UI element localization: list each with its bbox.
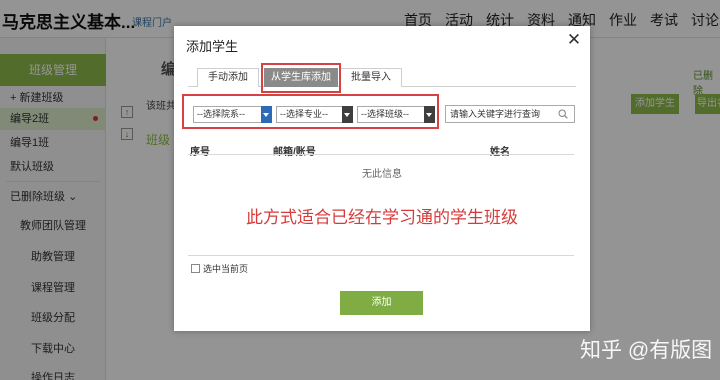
tab-manual-add[interactable]: 手动添加 [197, 68, 259, 87]
select-page-checkbox[interactable] [191, 264, 200, 273]
search-icon[interactable] [558, 109, 568, 119]
chevron-down-icon [424, 106, 435, 123]
dialog-title: 添加学生 [186, 39, 239, 54]
tab-batch-import[interactable]: 批量导入 [340, 68, 402, 87]
table-bottom-divider [188, 255, 574, 256]
empty-state-text: 无此信息 [362, 169, 402, 180]
chevron-down-icon [342, 106, 353, 123]
major-select[interactable]: --选择专业-- [276, 106, 353, 123]
table-divider [188, 154, 574, 155]
chevron-down-icon [261, 106, 272, 123]
class-select[interactable]: --选择班级-- [357, 106, 435, 123]
select-value: --选择班级-- [361, 109, 409, 119]
close-icon[interactable]: ✕ [566, 31, 582, 48]
column-header-account: 邮箱/账号 [273, 147, 316, 158]
department-select[interactable]: --选择院系-- [193, 106, 272, 123]
annotation-text: 此方式适合已经在学习通的学生班级 [246, 208, 518, 227]
column-header-index: 序号 [190, 147, 210, 158]
select-value: --选择专业-- [280, 109, 328, 119]
add-student-dialog: 添加学生 ✕ 手动添加 从学生库添加 批量导入 --选择院系-- --选择专业-… [174, 26, 590, 331]
watermark: 知乎 @有版图 [580, 339, 713, 362]
search-placeholder: 请输入关键字进行查询 [450, 109, 541, 119]
select-value: --选择院系-- [197, 109, 245, 119]
search-input[interactable]: 请输入关键字进行查询 [445, 105, 575, 123]
select-page-label: 选中当前页 [203, 264, 249, 274]
tab-highlight-box [261, 63, 341, 93]
column-header-name: 姓名 [490, 147, 510, 158]
add-button[interactable]: 添加 [340, 291, 423, 315]
